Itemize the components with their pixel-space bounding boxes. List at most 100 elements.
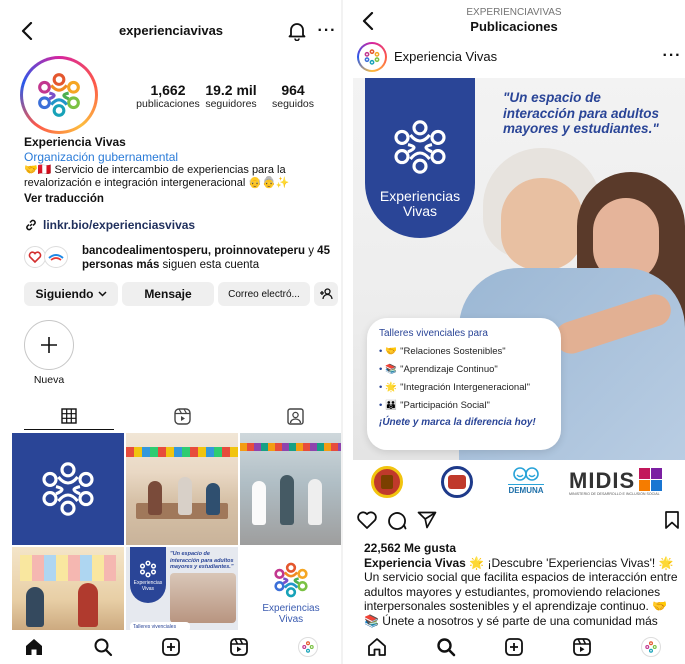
photo-elder-woman-face: [501, 178, 583, 270]
home-icon[interactable]: [367, 637, 387, 657]
message-button-label: Mensaje: [144, 287, 192, 301]
post-image[interactable]: Experiencias Vivas "Un espacio de intera…: [353, 78, 685, 460]
post-author-avatar[interactable]: [357, 42, 387, 72]
message-button[interactable]: Mensaje: [122, 282, 214, 306]
stat-followers-label: seguidores: [205, 98, 257, 110]
grid-post-dance-photo[interactable]: [240, 433, 342, 545]
stat-posts-label: publicaciones: [136, 98, 200, 110]
like-icon[interactable]: [355, 508, 379, 532]
tab-tagged[interactable]: [250, 402, 340, 430]
caption-author[interactable]: Experiencia Vivas: [364, 556, 466, 570]
profile-avatar-icon[interactable]: [297, 637, 318, 657]
grid-post-brand[interactable]: Experiencias Vivas: [240, 547, 342, 634]
photo-person-3: [206, 483, 220, 515]
new-highlight-button[interactable]: [24, 320, 74, 370]
stat-posts-value: 1,662: [150, 82, 186, 98]
search-icon[interactable]: [93, 637, 113, 657]
poster-banner: Experiencias Vivas: [130, 547, 166, 603]
stat-followers-value: 19.2 mil: [205, 82, 257, 98]
followed-by-text[interactable]: bancodealimentosperu, proinnovateperu y …: [82, 244, 334, 272]
create-icon[interactable]: [161, 637, 181, 657]
experiencias-vivas-logo-icon: [364, 49, 380, 65]
suggest-people-button[interactable]: [314, 282, 338, 306]
workshop-item-text: "Integración Intergeneracional": [400, 382, 530, 393]
workshop-item-emoji: 🌟: [385, 382, 398, 393]
profile-avatar-icon[interactable]: [640, 637, 661, 657]
followed-by-tail: siguen esta cuenta: [159, 259, 260, 271]
grid-post-classroom-photo[interactable]: [12, 547, 124, 634]
workshop-item-text: "Participación Social": [400, 400, 490, 411]
avatar[interactable]: [20, 56, 98, 134]
workshop-item-emoji: 📚: [385, 364, 398, 375]
municipal-seal-icon: [371, 466, 403, 498]
post-quote: "Un espacio de interacción para adultos …: [503, 90, 660, 136]
workshop-item-text: "Relaciones Sostenibles": [400, 346, 506, 357]
brand-banner-label: Experiencias Vivas: [379, 188, 461, 219]
photo-dancer-1: [252, 481, 266, 525]
profile-link-text: linkr.bio/experienciasvivas: [43, 218, 196, 232]
profile-screen: experienciavivas ··· 1,662 publicaciones…: [0, 0, 342, 664]
photo-bunting: [126, 447, 238, 457]
midis-squares-icon: [639, 468, 663, 492]
stat-following[interactable]: 964 seguidos: [262, 82, 324, 110]
workshop-item-text: "Aprendizaje Continuo": [400, 364, 498, 375]
workshop-card-title: Talleres vivenciales para: [379, 328, 488, 339]
tab-grid[interactable]: [24, 402, 114, 430]
profile-bio: 🤝🇵🇪 Servicio de intercambio de experienc…: [24, 164, 290, 189]
post-screen: EXPERIENCIAVIVAS Publicaciones Experienc…: [343, 0, 685, 664]
brand-tile-label: Experiencias Vivas: [262, 602, 320, 625]
stat-following-label: seguidos: [271, 98, 315, 110]
profile-link[interactable]: linkr.bio/experienciasvivas: [24, 218, 195, 232]
followed-by-avatars[interactable]: [24, 246, 72, 268]
reels-icon[interactable]: [572, 637, 592, 657]
bell-icon[interactable]: [286, 20, 308, 42]
experiencias-vivas-logo-icon: [42, 462, 94, 516]
grid-post-logo[interactable]: [12, 433, 124, 545]
followed-by-suffix: y: [305, 245, 314, 257]
more-options-icon[interactable]: ···: [316, 20, 338, 42]
midis-logo: MIDIS MINISTERIO DE DESARROLLO E INCLUSI…: [569, 468, 679, 500]
post-author-name[interactable]: Experiencia Vivas: [394, 49, 497, 64]
tagged-icon: [286, 407, 304, 425]
photo-dancer-2: [280, 475, 294, 525]
chevron-down-icon: [97, 291, 107, 297]
stat-posts[interactable]: 1,662 publicaciones: [136, 82, 200, 110]
midis-label: MIDIS: [569, 468, 636, 493]
link-icon: [24, 218, 38, 232]
poster-label: Experiencias Vivas: [133, 580, 163, 592]
experiencias-vivas-logo-icon: [394, 120, 446, 174]
stat-following-value: 964: [281, 82, 305, 98]
reels-icon[interactable]: [229, 637, 249, 657]
grid-post-poster[interactable]: Experiencias Vivas "Un espacio de intera…: [126, 547, 238, 634]
grid-post-workshop-photo[interactable]: [126, 433, 238, 545]
demuna-label: DEMUNA: [508, 484, 544, 495]
following-button[interactable]: Siguiendo: [24, 282, 118, 306]
profile-name: Experiencia Vivas: [24, 135, 126, 149]
create-icon[interactable]: [504, 637, 524, 657]
profile-category[interactable]: Organización gubernamental: [24, 150, 178, 164]
see-translation-link[interactable]: Ver traducción: [24, 193, 104, 205]
save-icon[interactable]: [661, 508, 683, 532]
follower-avatar-1: [24, 246, 46, 268]
stat-followers[interactable]: 19.2 mil seguidores: [200, 82, 262, 110]
tab-reels[interactable]: [137, 402, 227, 430]
share-icon[interactable]: [415, 508, 439, 532]
search-icon[interactable]: [436, 637, 456, 657]
experiencias-vivas-logo-icon: [139, 560, 157, 578]
home-icon[interactable]: [24, 637, 44, 657]
demuna-faces-icon: [513, 467, 539, 481]
workshop-card-item: • 📚 "Aprendizaje Continuo": [379, 361, 549, 379]
email-button[interactable]: Correo electró...: [218, 282, 310, 306]
photo-person-2: [178, 477, 192, 515]
workshop-card-cta: ¡Únete y marca la diferencia hoy!: [379, 417, 536, 428]
post-header-account: EXPERIENCIAVIVAS: [466, 7, 562, 18]
experiencias-vivas-logo-icon: [38, 73, 80, 117]
comment-icon[interactable]: [385, 508, 409, 532]
like-count[interactable]: 22,562 Me gusta: [364, 541, 456, 555]
photo-person-1: [148, 481, 162, 515]
follower-avatar-2: [44, 246, 68, 268]
email-button-label: Correo electró...: [228, 288, 300, 300]
followed-by-names: bancodealimentosperu, proinnovateperu: [82, 245, 306, 257]
plus-icon: [41, 337, 57, 353]
more-options-icon[interactable]: ···: [661, 46, 683, 66]
